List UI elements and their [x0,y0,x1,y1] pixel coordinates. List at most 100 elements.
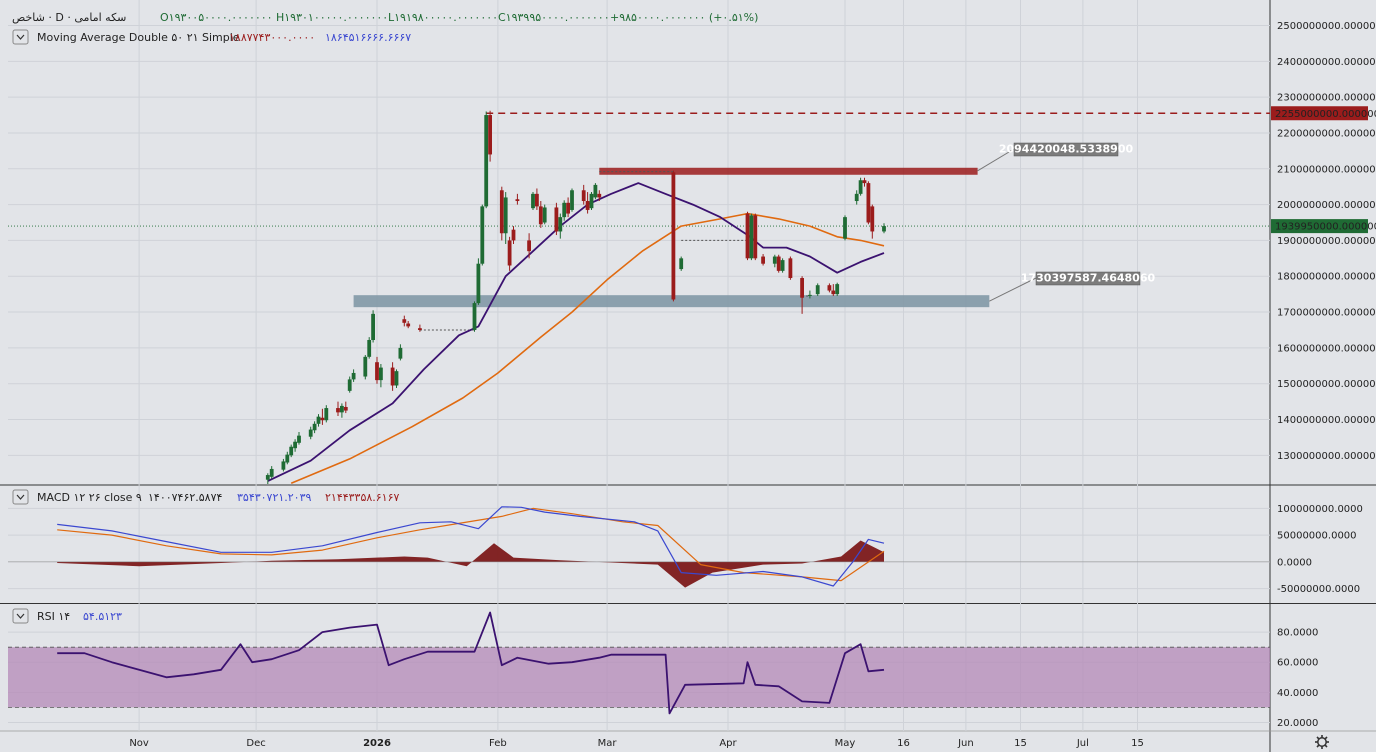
trading-chart[interactable]: 2500000000.0000000 2400000000.0000000 2300… [0,0,1376,752]
candle-body [679,258,684,270]
support-label-text: 1730397587.4648060 [1021,272,1156,285]
candle-body [527,240,531,252]
macd-value-2: ۳۵۴۳۰۷۲۱.۲۰۳۹ [237,491,311,504]
y-tick-label: 2500000000.0000000 [1277,21,1376,32]
candle-body [827,285,832,291]
candle[interactable] [843,215,847,241]
candle-body [363,356,368,377]
candle-body [320,417,325,421]
candle-body [316,416,321,424]
candle-body [375,362,379,381]
candle-body [515,199,520,202]
ohlc-low: L۱۹۱۹۸۰۰۰۰۰.۰۰۰۰۰۰۰ [388,11,498,24]
ma-value-2: ۱۸۶۴۵۱۶۶۶۶.۶۶۶۷ [325,31,411,44]
time-tick-label: Jun [957,738,974,749]
candle-body [398,347,403,359]
candle-body [753,215,758,259]
candle[interactable] [780,258,785,273]
candle-body [269,468,274,477]
resistance-label-text: 2094420048.5338900 [999,143,1134,156]
candle[interactable] [749,213,754,261]
candle[interactable] [858,177,863,196]
time-tick-label: 2026 [363,738,391,749]
candle-body [570,190,574,210]
candle[interactable] [484,111,489,209]
y-tick-label: 1500000000.0000000 [1277,379,1376,390]
candle[interactable] [394,369,399,388]
y-tick-label: 1800000000.0000000 [1277,272,1376,283]
y-tick-label: 2200000000.0000000 [1277,128,1376,139]
candle[interactable] [476,258,481,305]
candle-body [265,475,270,480]
candle[interactable] [554,202,559,236]
candle-body [870,206,875,232]
candle-body [593,184,598,198]
y-tick-label: 1900000000.0000000 [1277,236,1376,247]
candle-body [289,446,294,456]
candle[interactable] [835,282,840,296]
candle-body [418,328,422,330]
candle[interactable] [745,211,750,261]
candle[interactable] [531,192,535,210]
ohlc-high: H۱۹۳۰۱۰۰۰۰۰.۰۰۰۰۰۰۰ [276,11,388,24]
candle-body [780,260,785,271]
candle-body [406,323,411,327]
candle-body [866,183,871,223]
candle-body [379,367,383,381]
candle[interactable] [593,183,598,200]
candle[interactable] [499,186,504,241]
candle-body [402,319,407,323]
candle[interactable] [542,204,547,225]
time-tick-label: 15 [1014,738,1027,749]
candle[interactable] [480,204,485,266]
y-tick-label: 1600000000.0000000 [1277,343,1376,354]
candle[interactable] [589,192,594,210]
candle[interactable] [570,188,574,212]
candle[interactable] [367,337,372,359]
y-tick-label: 2000000000.0000000 [1277,200,1376,211]
candle[interactable] [753,213,758,261]
current-price-badge-text: 1939950000.0000000 [1275,222,1376,233]
candle-body [324,408,329,421]
candle[interactable] [488,110,492,162]
candle-body [854,193,859,202]
candle-body [745,213,750,259]
legend-header: شاخص · D · سکه امامی O۱۹۳۰۰۵۰۰۰۰.۰۰۰۰۰۰۰… [12,11,758,24]
candle[interactable] [671,170,676,302]
candle-body [772,256,777,264]
candle-body [312,423,317,431]
rsi-band [8,647,1270,708]
support-zone [353,295,990,308]
ohlc-open: O۱۹۳۰۰۵۰۰۰۰.۰۰۰۰۰۰۰ [160,11,273,24]
candle-body [535,193,539,207]
candle[interactable] [472,301,477,332]
rsi-collapse-toggle[interactable] [12,608,29,624]
candle-body [476,263,481,304]
candle-body [336,408,340,413]
candle[interactable] [371,310,375,343]
macd-label: MACD ۱۲ ۲۶ close ۹ [37,491,142,504]
candle[interactable] [679,256,684,271]
candle[interactable] [866,181,871,225]
y-tick-label: 1400000000.0000000 [1277,415,1376,426]
ma-legend: Moving Average Double ۵۰ ۲۱ Simple ۱۸۸۷۷… [12,29,411,45]
y-tick-label: 0.0000 [1277,557,1312,568]
upper-level-badge-text: 2255000000.0000000 [1275,109,1376,120]
time-tick-label: Apr [719,738,737,749]
candle-body [308,429,313,437]
candle-body [800,278,804,298]
candle[interactable] [815,283,820,296]
candle[interactable] [776,254,781,273]
candle[interactable] [363,355,368,380]
macd-value-3: ۲۱۴۴۳۳۵۸.۶۱۶۷ [325,491,399,504]
candle-body [761,256,765,264]
ma-collapse-toggle[interactable] [12,29,29,45]
candle-body [511,229,516,241]
candle-body [340,405,344,413]
y-tick-label: 50000000.0000 [1277,531,1357,542]
candle-body [507,240,512,266]
macd-collapse-toggle[interactable] [12,489,29,505]
candle-body [581,190,586,202]
candle[interactable] [788,256,793,280]
candle-body [503,197,508,234]
